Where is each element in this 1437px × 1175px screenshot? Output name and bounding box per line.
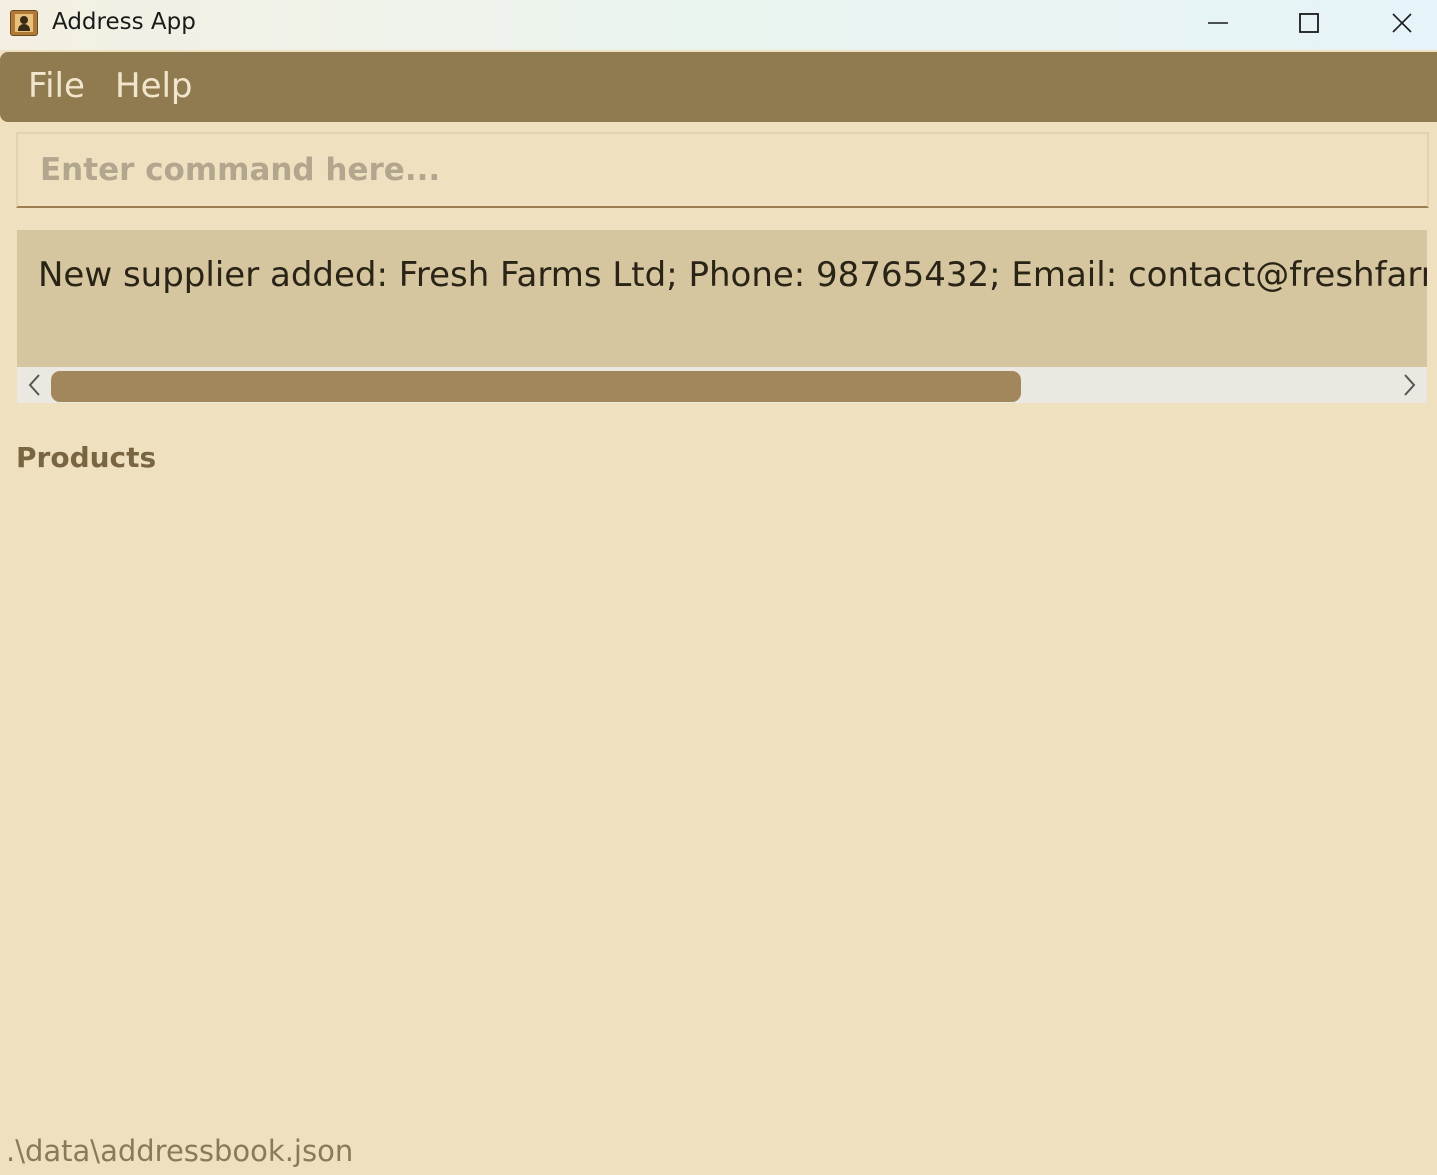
command-box [16, 132, 1429, 208]
command-input[interactable] [18, 134, 1427, 206]
result-display: New supplier added: Fresh Farms Ltd; Pho… [17, 230, 1427, 367]
scroll-left-button[interactable] [23, 372, 47, 398]
maximize-button[interactable] [1263, 0, 1355, 48]
minimize-icon [1208, 22, 1228, 24]
chevron-right-icon [1404, 374, 1416, 396]
result-horizontal-scrollbar[interactable] [17, 367, 1427, 403]
scroll-right-button[interactable] [1397, 372, 1421, 398]
scroll-thumb[interactable] [51, 371, 1021, 402]
status-file-path: .\data\addressbook.json [6, 1134, 354, 1168]
close-icon [1392, 13, 1412, 33]
menu-bar: File Help [0, 52, 1437, 122]
close-button[interactable] [1356, 0, 1437, 48]
address-book-icon-body [18, 24, 30, 31]
menu-help[interactable]: Help [115, 66, 193, 106]
chevron-left-icon [28, 374, 40, 396]
window-title: Address App [52, 9, 196, 35]
products-heading: Products [16, 441, 157, 474]
address-book-icon-head [20, 16, 28, 24]
minimize-button[interactable] [1172, 0, 1264, 48]
menu-file[interactable]: File [28, 66, 85, 106]
window-titlebar[interactable]: Address App [0, 0, 1437, 50]
maximize-icon [1299, 13, 1319, 33]
result-message: New supplier added: Fresh Farms Ltd; Pho… [38, 255, 1427, 295]
address-book-icon [10, 10, 38, 36]
